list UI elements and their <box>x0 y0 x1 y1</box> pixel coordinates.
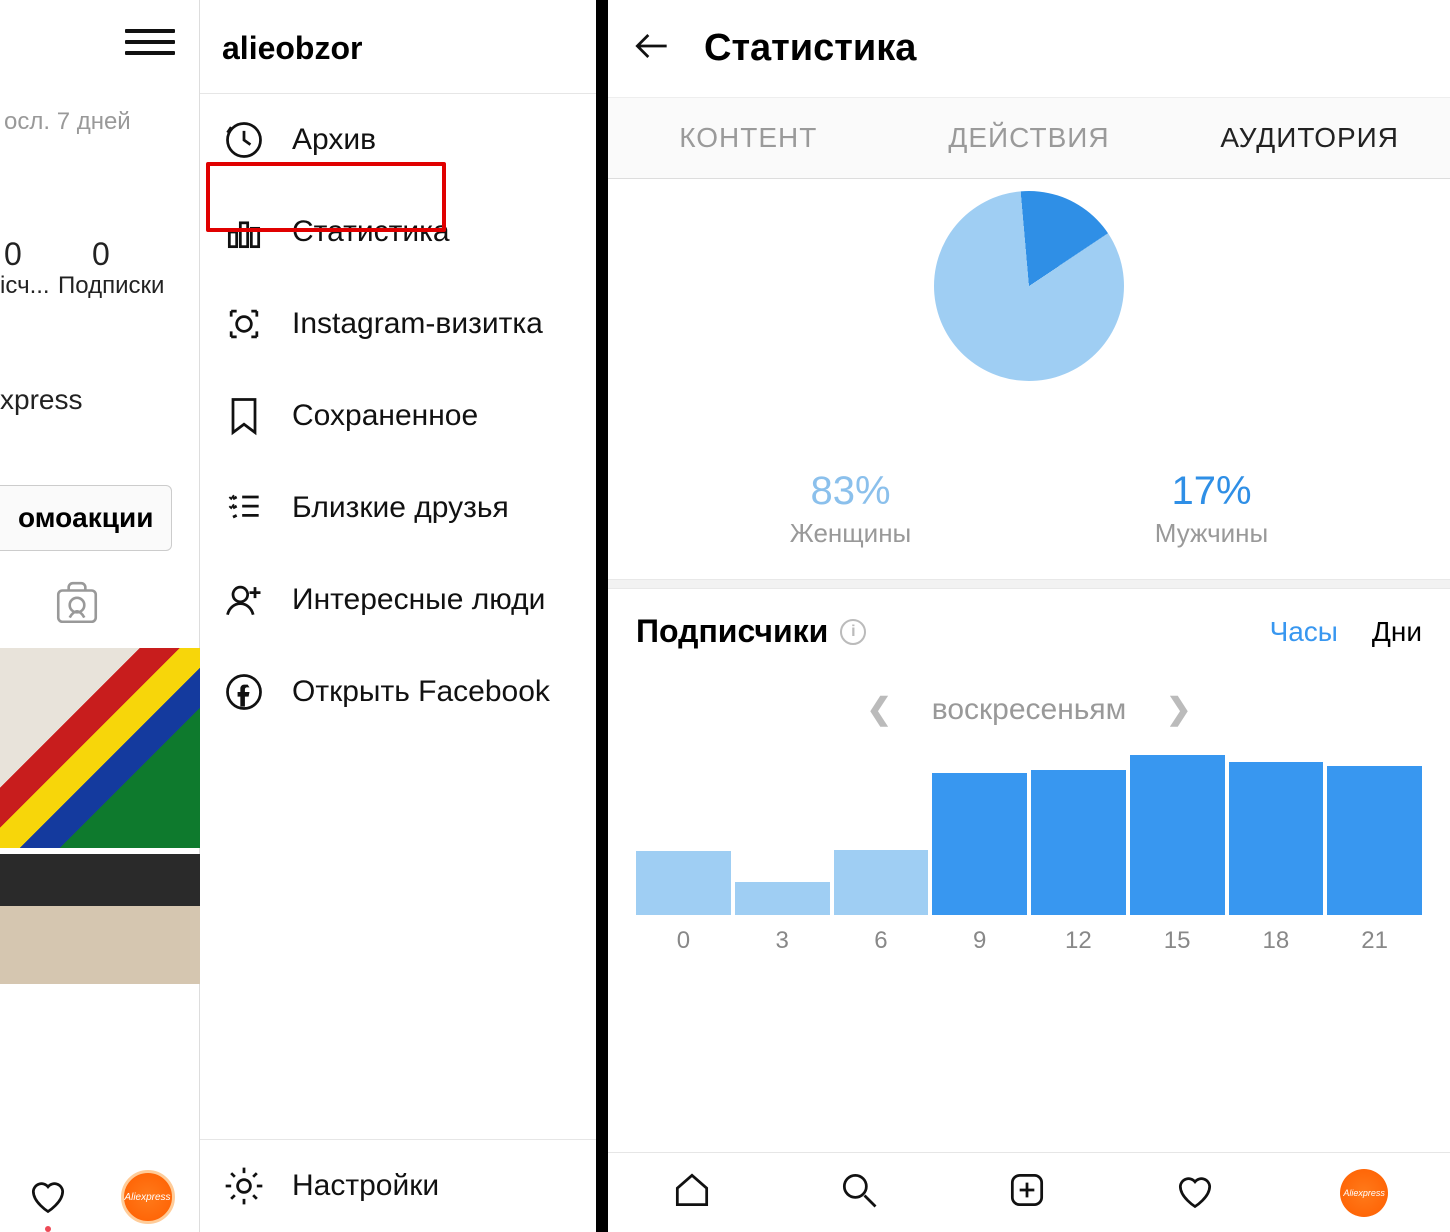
pie-label-men: 17% Мужчины <box>1155 469 1268 549</box>
followers-bar-chart: 036912151821 <box>636 755 1422 955</box>
close-friends-icon <box>222 486 266 530</box>
back-arrow-icon[interactable] <box>630 24 674 73</box>
hamburger-menu-icon[interactable] <box>125 22 175 62</box>
followers-header: Подписчики i Часы Дни <box>608 589 1450 674</box>
men-label: Мужчины <box>1155 518 1268 549</box>
stats-header: Статистика <box>608 0 1450 97</box>
toggle-hours[interactable]: Часы <box>1270 616 1338 648</box>
menu-label-archive: Архив <box>292 123 376 157</box>
bar-label-21: 21 <box>1327 927 1422 955</box>
bookmark-icon <box>222 394 266 438</box>
post-thumbnail-2[interactable] <box>0 854 200 984</box>
menu-label-settings: Настройки <box>292 1169 439 1203</box>
stat-value-2: 0 <box>92 236 110 273</box>
nametag-icon <box>222 302 266 346</box>
activity-heart-icon[interactable] <box>1173 1168 1217 1217</box>
brand-partial: xpress <box>0 384 82 416</box>
menu-item-saved[interactable]: Сохраненное <box>200 370 596 462</box>
menu-item-archive[interactable]: Архив <box>200 94 596 186</box>
page-title: Статистика <box>704 27 916 70</box>
stats-icon <box>222 210 266 254</box>
profile-avatar[interactable]: Aliexpress <box>121 1170 175 1224</box>
menu-label-nametag: Instagram-визитка <box>292 307 543 341</box>
time-toggle: Часы Дни <box>1270 616 1422 648</box>
menu-item-discover[interactable]: Интересные люди <box>200 554 596 646</box>
facebook-icon <box>222 670 266 714</box>
profile-bottom-nav: Aliexpress <box>0 1162 200 1232</box>
tab-audience[interactable]: АУДИТОРИЯ <box>1169 98 1450 178</box>
menu-label-discover: Интересные люди <box>292 583 545 617</box>
menu-label-facebook: Открыть Facebook <box>292 675 550 709</box>
bar-21 <box>1327 766 1422 915</box>
right-screenshot: Статистика КОНТЕНТ ДЕЙСТВИЯ АУДИТОРИЯ .r… <box>608 0 1450 1232</box>
bar-label-12: 12 <box>1031 927 1126 955</box>
search-icon[interactable] <box>837 1168 881 1217</box>
chevron-right-icon[interactable]: ❯ <box>1166 692 1191 727</box>
menu-label-stats: Статистика <box>292 215 450 249</box>
bar-18 <box>1229 762 1324 915</box>
screenshot-divider <box>596 0 608 1232</box>
info-icon[interactable]: i <box>840 619 866 645</box>
bar-label-0: 0 <box>636 927 731 955</box>
stats-tabs: КОНТЕНТ ДЕЙСТВИЯ АУДИТОРИЯ <box>608 97 1450 179</box>
stat-value-1: 0 <box>4 236 22 273</box>
menu-item-close-friends[interactable]: Близкие друзья <box>200 462 596 554</box>
bar-label-15: 15 <box>1130 927 1225 955</box>
pie-graphic <box>926 183 1132 389</box>
bottom-nav: Aliexpress <box>608 1152 1450 1232</box>
menu-item-nametag[interactable]: Instagram-визитка <box>200 278 596 370</box>
gear-icon <box>222 1164 266 1208</box>
discover-people-icon <box>222 578 266 622</box>
menu-item-facebook[interactable]: Открыть Facebook <box>200 646 596 738</box>
home-icon[interactable] <box>670 1168 714 1217</box>
bar-12 <box>1031 770 1126 915</box>
women-percent: 83% <box>790 469 911 514</box>
bar-3 <box>735 882 830 915</box>
tab-content[interactable]: КОНТЕНТ <box>608 98 889 178</box>
recent-label: осл. 7 дней <box>4 108 131 136</box>
activity-heart-icon[interactable] <box>26 1173 70 1222</box>
menu-item-stats[interactable]: Статистика <box>200 186 596 278</box>
stat-label-2: Подписки <box>58 272 164 300</box>
pie-label-women: 83% Женщины <box>790 469 911 549</box>
men-percent: 17% <box>1155 469 1268 514</box>
toggle-days[interactable]: Дни <box>1372 616 1422 648</box>
tagged-tab-icon[interactable] <box>52 578 102 628</box>
post-thumbnail-1[interactable] <box>0 648 200 848</box>
menu-label-close-friends: Близкие друзья <box>292 491 509 525</box>
pie-legend: 83% Женщины 17% Мужчины <box>608 469 1450 579</box>
archive-icon <box>222 118 266 162</box>
profile-partial: осл. 7 дней 0 ісч... 0 Подписки xpress о… <box>0 0 200 1232</box>
menu-item-settings[interactable]: Настройки <box>200 1139 596 1232</box>
bar-0 <box>636 851 731 915</box>
followers-title: Подписчики <box>636 613 828 650</box>
gender-pie-chart <box>608 179 1450 469</box>
bar-label-6: 6 <box>834 927 929 955</box>
tab-actions[interactable]: ДЕЙСТВИЯ <box>889 98 1170 178</box>
left-screenshot: осл. 7 дней 0 ісч... 0 Подписки xpress о… <box>0 0 596 1232</box>
bar-label-9: 9 <box>932 927 1027 955</box>
section-separator <box>608 579 1450 589</box>
menu-label-saved: Сохраненное <box>292 399 478 433</box>
bar-9 <box>932 773 1027 915</box>
chevron-left-icon[interactable]: ❮ <box>867 692 892 727</box>
women-label: Женщины <box>790 518 911 549</box>
stat-label-1: ісч... <box>0 272 50 300</box>
bar-15 <box>1130 755 1225 915</box>
profile-avatar[interactable]: Aliexpress <box>1340 1169 1388 1217</box>
bar-label-18: 18 <box>1229 927 1324 955</box>
day-navigator: ❮ воскресеньям ❯ <box>608 674 1450 755</box>
day-label: воскресеньям <box>932 693 1127 727</box>
bar-6 <box>834 850 929 915</box>
side-menu: alieobzor Архив Статистика Instagram-виз… <box>200 0 596 1232</box>
promo-button[interactable]: омоакции <box>0 485 172 551</box>
new-post-icon[interactable] <box>1005 1168 1049 1217</box>
bar-label-3: 3 <box>735 927 830 955</box>
menu-username: alieobzor <box>200 0 596 94</box>
